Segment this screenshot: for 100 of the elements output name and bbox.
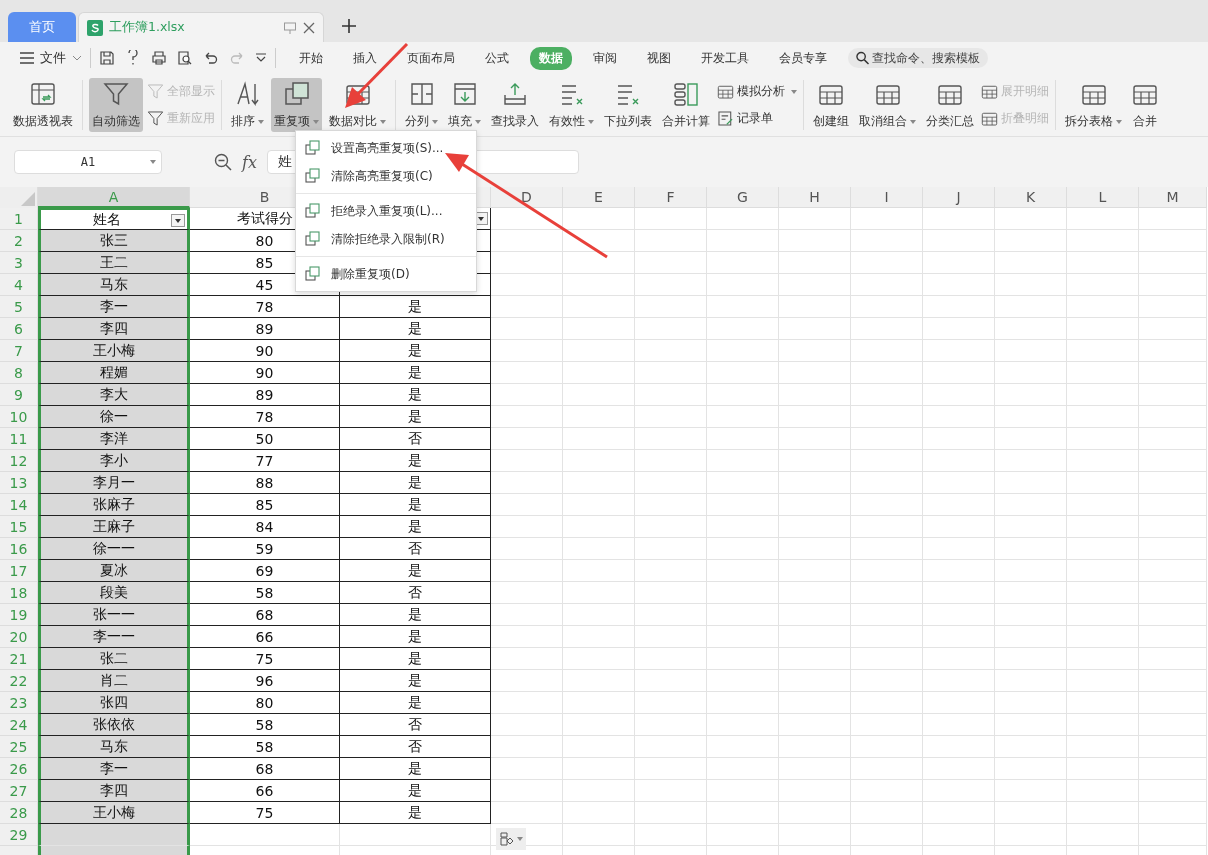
ribbon-button[interactable]: 分列 — [402, 78, 441, 132]
empty-cell — [491, 538, 563, 560]
empty-cell — [851, 802, 923, 824]
table-cell: 90 — [190, 340, 340, 362]
empty-cell — [995, 824, 1067, 846]
menu-item[interactable]: 设置高亮重复项(S)... — [296, 134, 476, 162]
ribbon-tab[interactable]: 开发工具 — [692, 46, 758, 70]
empty-cell — [995, 340, 1067, 362]
column-header[interactable]: I — [851, 187, 923, 208]
zoom-icon[interactable] — [214, 153, 232, 171]
file-menu[interactable]: 文件 — [20, 49, 82, 67]
print-icon[interactable] — [151, 50, 167, 66]
print-preview-icon[interactable] — [177, 50, 193, 66]
table-cell: 是 — [340, 494, 491, 516]
empty-cell — [635, 450, 707, 472]
ribbon-button[interactable]: 分类汇总 — [923, 78, 977, 132]
ribbon-button[interactable]: 有效性 — [546, 78, 597, 132]
empty-cell — [1139, 802, 1207, 824]
new-tab-icon[interactable] — [342, 19, 356, 33]
function-button[interactable]: fx — [242, 152, 257, 172]
empty-cell — [491, 516, 563, 538]
empty-cell — [995, 472, 1067, 494]
filter-button[interactable] — [171, 214, 185, 227]
empty-cell — [995, 450, 1067, 472]
empty-cell — [851, 538, 923, 560]
row-header[interactable]: 11 — [0, 428, 38, 450]
empty-cell — [635, 296, 707, 318]
empty-cell — [635, 252, 707, 274]
ribbon-button[interactable]: 排序 — [228, 78, 267, 132]
ribbon-button[interactable]: 重复项 — [271, 78, 322, 132]
column-header[interactable]: D — [491, 187, 563, 208]
more-icon[interactable] — [255, 52, 267, 64]
ribbon-button[interactable]: 下拉列表 — [601, 78, 655, 132]
column-header[interactable]: M — [1139, 187, 1207, 208]
empty-cell — [851, 274, 923, 296]
undo-icon[interactable] — [203, 50, 219, 66]
column-header[interactable]: K — [995, 187, 1067, 208]
ribbon-button[interactable]: 查找录入 — [488, 78, 542, 132]
column-header[interactable]: F — [635, 187, 707, 208]
empty-cell — [1067, 516, 1139, 538]
ribbon-tab[interactable]: 公式 — [476, 46, 518, 70]
ribbon-tab[interactable]: 视图 — [638, 46, 680, 70]
empty-cell — [779, 428, 851, 450]
ribbon-button[interactable]: 记录单 — [717, 110, 797, 127]
empty-cell — [563, 560, 635, 582]
menu-item[interactable]: 清除高亮重复项(C) — [296, 162, 476, 190]
empty-cell — [707, 384, 779, 406]
ribbon-button[interactable]: 拆分表格 — [1062, 78, 1125, 132]
empty-cell — [851, 340, 923, 362]
empty-cell — [1139, 648, 1207, 670]
empty-cell — [635, 428, 707, 450]
name-box[interactable]: A1 — [14, 150, 162, 174]
ribbon-tab[interactable]: 会员专享 — [770, 46, 836, 70]
empty-cell — [779, 384, 851, 406]
column-header[interactable]: L — [1067, 187, 1139, 208]
empty-cell — [995, 538, 1067, 560]
ribbon-button[interactable]: 合并计算 — [659, 78, 713, 132]
ribbon-button[interactable]: 模拟分析 — [717, 83, 797, 100]
ribbon-button[interactable]: 取消组合 — [856, 78, 919, 132]
overlapping-squares-icon — [305, 168, 321, 184]
empty-cell — [1067, 318, 1139, 340]
ribbon-button[interactable]: 创建组 — [810, 78, 852, 132]
ribbon-button[interactable]: 填充 — [445, 78, 484, 132]
column-header[interactable]: G — [707, 187, 779, 208]
column-header[interactable]: E — [563, 187, 635, 208]
ribbon-tab[interactable]: 页面布局 — [398, 46, 464, 70]
empty-cell — [707, 582, 779, 604]
ribbon-button[interactable]: 自动筛选 — [89, 78, 143, 132]
ribbon-tab[interactable]: 插入 — [344, 46, 386, 70]
empty-cell — [1139, 626, 1207, 648]
ribbon-tab[interactable]: 开始 — [290, 46, 332, 70]
ribbon-button[interactable]: 合并 — [1129, 78, 1161, 132]
search-field[interactable]: 查找命令、搜索模板 — [848, 48, 988, 68]
table-cell: 是 — [340, 560, 491, 582]
empty-cell — [563, 318, 635, 340]
empty-cell — [635, 604, 707, 626]
empty-cell — [635, 274, 707, 296]
table-cell: 否 — [340, 582, 491, 604]
empty-cell — [491, 274, 563, 296]
table-cell: 段美 — [38, 582, 190, 604]
empty-cell — [779, 318, 851, 340]
empty-cell — [563, 824, 635, 846]
ribbon-button[interactable]: 数据透视表 — [10, 78, 76, 132]
table-cell: 否 — [340, 736, 491, 758]
save-icon[interactable] — [99, 50, 115, 66]
paste-options-button[interactable] — [496, 828, 526, 850]
empty-cell — [1139, 582, 1207, 604]
column-header[interactable]: J — [923, 187, 995, 208]
close-icon[interactable] — [303, 21, 315, 34]
empty-cell — [563, 582, 635, 604]
empty-cell — [635, 758, 707, 780]
ribbon-tab[interactable]: 审阅 — [584, 46, 626, 70]
empty-cell — [635, 560, 707, 582]
table-cell: 王麻子 — [38, 516, 190, 538]
empty-cell — [995, 714, 1067, 736]
table-cell: 是 — [340, 780, 491, 802]
table-cell: 90 — [190, 362, 340, 384]
pin-icon[interactable] — [283, 20, 297, 35]
funnel-icon — [103, 81, 129, 107]
column-header[interactable]: H — [779, 187, 851, 208]
